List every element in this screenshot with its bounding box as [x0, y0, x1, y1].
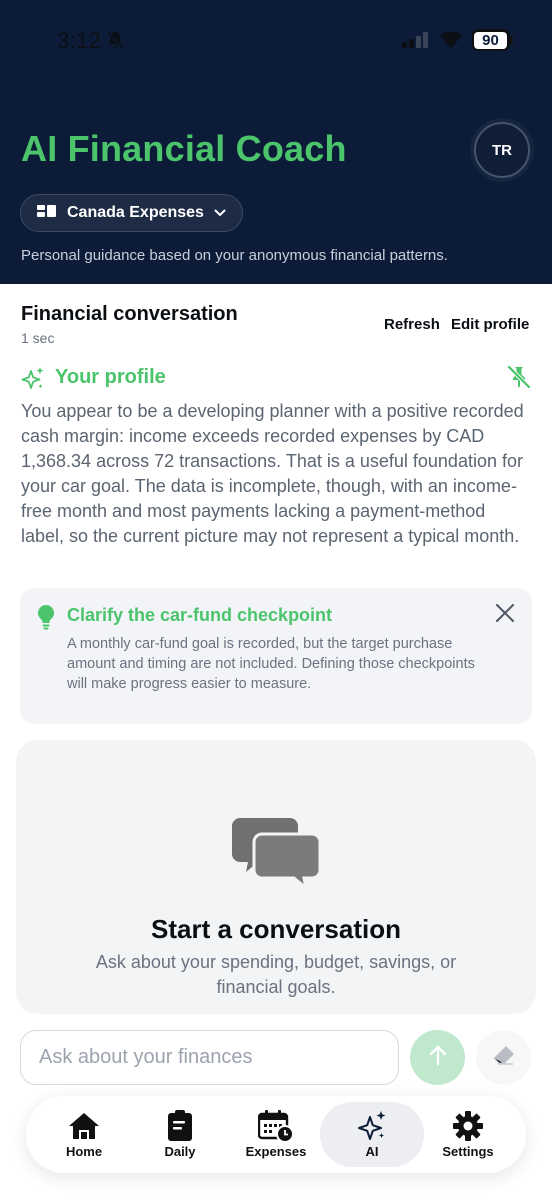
tab-label: Daily: [164, 1144, 196, 1159]
battery-nub: [510, 36, 513, 44]
tab-bar: Home Daily Expenses AI Settings: [26, 1096, 526, 1173]
tab-label: Settings: [442, 1144, 494, 1159]
chevron-down-icon: [214, 204, 226, 222]
profile-summary: You appear to be a developing planner wi…: [21, 401, 524, 546]
gear-icon: [452, 1110, 484, 1142]
conversation-updated: 1 sec: [21, 330, 55, 346]
close-icon[interactable]: [494, 602, 516, 629]
send-button[interactable]: [410, 1030, 465, 1085]
tip-card: Clarify the car-fund checkpoint A monthl…: [20, 588, 532, 724]
bell-off-icon: [106, 30, 124, 55]
sparkles-icon: [357, 1110, 387, 1142]
lightbulb-icon: [37, 604, 55, 635]
profile-title: Your profile: [55, 366, 166, 388]
eraser-icon: [491, 1044, 517, 1071]
status-time: 3:12: [57, 28, 102, 53]
tab-ai[interactable]: AI: [320, 1102, 424, 1167]
tab-daily[interactable]: Daily: [128, 1102, 232, 1167]
main-content: Financial conversation 1 sec Refresh Edi…: [0, 284, 552, 1200]
battery-icon: 90: [472, 29, 510, 51]
refresh-button[interactable]: Refresh: [384, 316, 440, 333]
header-subtitle: Personal guidance based on your anonymou…: [21, 247, 448, 264]
cellular-signal-icon: [402, 32, 430, 53]
app-header: 3:12 90 AI Financial Coach TR Canada Exp…: [0, 0, 552, 284]
home-icon: [67, 1110, 101, 1142]
tab-home[interactable]: Home: [32, 1102, 136, 1167]
conversation-title: Financial conversation: [21, 303, 238, 325]
arrow-up-icon: [428, 1044, 448, 1071]
tab-settings[interactable]: Settings: [416, 1102, 520, 1167]
battery-level: 90: [474, 32, 507, 49]
tab-label: AI: [365, 1144, 379, 1159]
project-icon: [37, 204, 57, 223]
project-selector-label: Canada Expenses: [67, 204, 204, 221]
empty-chat-subtitle: Ask about your spending, budget, savings…: [95, 952, 457, 997]
status-bar: 3:12 90: [0, 0, 552, 82]
tab-label: Expenses: [245, 1144, 307, 1159]
ask-input[interactable]: [20, 1030, 399, 1085]
tab-expenses[interactable]: Expenses: [224, 1102, 328, 1167]
tab-label: Home: [65, 1144, 103, 1159]
page-title: AI Financial Coach: [21, 128, 347, 169]
calendar-clock-icon: [258, 1110, 294, 1142]
tip-title: Clarify the car-fund checkpoint: [67, 605, 333, 625]
tip-body: A monthly car-fund goal is recorded, but…: [67, 636, 475, 692]
avatar[interactable]: TR: [474, 122, 530, 178]
chat-bubbles-icon: [232, 816, 322, 893]
pin-off-icon[interactable]: [506, 364, 532, 395]
edit-profile-button[interactable]: Edit profile: [451, 316, 529, 333]
project-selector[interactable]: Canada Expenses: [20, 194, 243, 232]
clipboard-icon: [167, 1110, 193, 1142]
clear-chat-button[interactable]: [476, 1030, 531, 1085]
empty-chat-card: Start a conversation Ask about your spen…: [16, 740, 536, 1014]
empty-chat-title: Start a conversation: [151, 914, 401, 944]
sparkles-icon: [21, 366, 45, 397]
wifi-icon: [438, 30, 464, 55]
